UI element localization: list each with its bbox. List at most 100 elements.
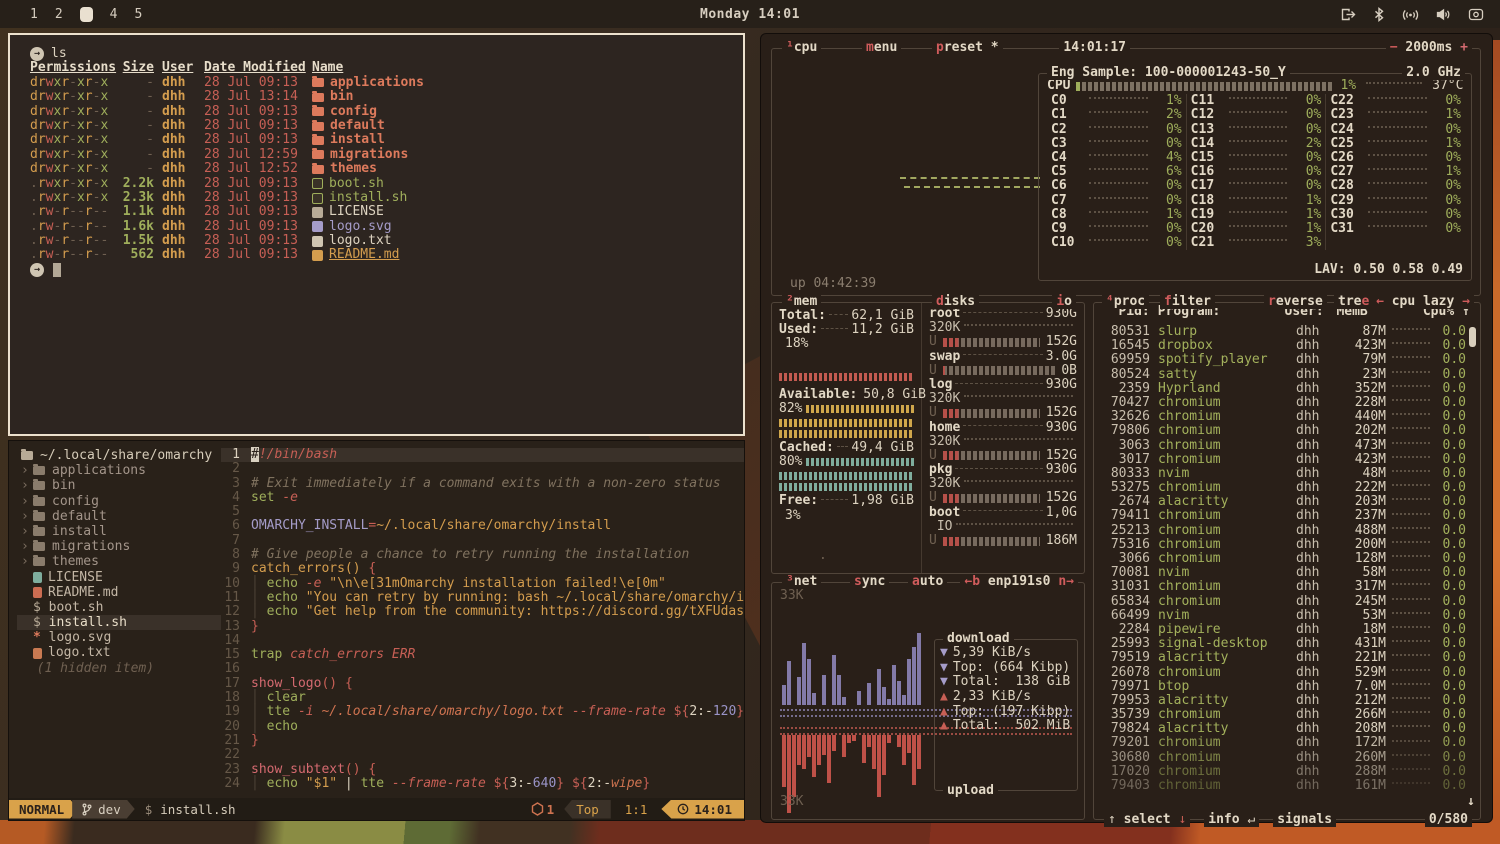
io-toggle[interactable]: io [1052,295,1076,309]
process-row[interactable]: 53275chromiumdhh222M0.0 [1098,481,1466,495]
process-row[interactable]: 25993signal-desktopdhh431M0.0 [1098,637,1466,651]
core-usage: 1% [1431,165,1461,179]
process-row[interactable]: 70081nvimdhh58M0.0 [1098,566,1466,580]
tree-item-default[interactable]: ›default [17,509,221,524]
process-row[interactable]: 2284pipewiredhh18M0.0 [1098,623,1466,637]
proc-footer-signals[interactable]: signals [1273,813,1336,827]
process-row[interactable]: 16545dropboxdhh423M0.0 [1098,339,1466,353]
text: README.md [329,248,399,262]
text: # Give people a chance to retry running … [251,547,689,562]
process-row[interactable]: 2674alacrittydhh203M0.0 [1098,495,1466,509]
core-row-C21: C213% [1191,236,1322,250]
process-row[interactable]: 35739chromiumdhh266M0.0 [1098,708,1466,722]
net-sync-button[interactable]: sync [850,575,889,589]
text: () [321,676,337,691]
proc-filter-button[interactable]: filter [1160,295,1215,309]
process-row[interactable]: 79411chromiumdhh237M0.0 [1098,509,1466,523]
text: - [69,89,77,104]
process-row[interactable]: 79806chromiumdhh202M0.0 [1098,424,1466,438]
tree-item-config[interactable]: ›config [17,494,221,509]
process-cpu-graph [1392,768,1430,770]
tree-item-bin[interactable]: ›bin [17,478,221,493]
process-cpu-graph [1392,328,1430,330]
btop-window[interactable]: ¹cpu menu preset * 14:01:17 − 2000ms + E… [760,33,1493,823]
neovim-window[interactable]: ~/.local/share/omarchy ›applications›bin… [8,440,745,821]
proc-sort-selector[interactable]: ← cpu lazy → [1372,295,1474,309]
process-user: dhh [1296,722,1338,736]
line-number: 11 [221,591,251,605]
process-row[interactable]: 79519alacrittydhh221M0.0 [1098,651,1466,665]
proc-tree-button[interactable]: tree [1334,295,1373,309]
disks-label[interactable]: disks [932,295,979,309]
process-row[interactable]: 79953alacrittydhh212M0.0 [1098,694,1466,708]
ls-row: drwxr-xr-x-dhh28 Jul 09:13default [30,119,743,133]
proc-reverse-button[interactable]: reverse [1264,295,1327,309]
process-row[interactable]: 80333nvimdhh48M0.0 [1098,467,1466,481]
process-scrollbar-thumb[interactable] [1469,327,1476,347]
tab-cpu[interactable]: ¹cpu [782,41,821,55]
tree-item-logo.txt[interactable]: logo.txt [17,645,221,660]
core-meter [1089,97,1148,99]
tree-item-applications[interactable]: ›applications [17,463,221,478]
line-number: 14 [221,634,251,648]
process-row[interactable]: 3017chromiumdhh423M0.0 [1098,453,1466,467]
core-meter [1368,111,1427,113]
text: . [30,233,38,248]
terminal-window-ls[interactable]: → ls Permissions Size User Date Modified… [8,33,745,436]
process-row[interactable]: 26078chromiumdhh529M0.0 [1098,666,1466,680]
code-editor[interactable]: 1#!/bin/bash23# Exit immediately if a co… [221,441,744,798]
process-row[interactable]: 80524sattydhh23M0.0 [1098,368,1466,382]
tree-item-install[interactable]: ›install [17,524,221,539]
disk-size: 930G [1046,421,1077,435]
disk-used: 152G [1046,335,1077,349]
process-row[interactable]: 79201chromiumdhh172M0.0 [1098,736,1466,750]
process-row[interactable]: 65834chromiumdhh245M0.0 [1098,595,1466,609]
net-auto-button[interactable]: auto [908,575,947,589]
core-usage: 0% [1291,151,1321,165]
process-row[interactable]: 3066chromiumdhh128M0.0 [1098,552,1466,566]
tree-item-LICENSE[interactable]: LICENSE [17,570,221,585]
process-name: chromium [1150,595,1296,609]
preset-button[interactable]: preset * [932,41,1003,55]
process-row[interactable]: 2359Hyprlanddhh352M0.0 [1098,382,1466,396]
tree-root[interactable]: ~/.local/share/omarchy [17,448,221,463]
menu-button[interactable]: menu [862,41,901,55]
folder-icon [312,93,324,102]
tree-item-themes[interactable]: ›themes [17,554,221,569]
process-row[interactable]: 79971btopdhh7.0M0.0 [1098,680,1466,694]
process-row[interactable]: 69959spotify_playerdhh79M0.0 [1098,353,1466,367]
tree-item-install.sh[interactable]: $ install.sh [17,615,221,630]
core-usage: 0% [1152,222,1182,236]
process-row[interactable]: 79824alacrittydhh208M0.0 [1098,722,1466,736]
process-row[interactable]: 32626chromiumdhh440M0.0 [1098,410,1466,424]
code-line-23: 23show_subtext() { [221,763,744,777]
process-row[interactable]: 3063chromiumdhh473M0.0 [1098,439,1466,453]
tree-item-migrations[interactable]: ›migrations [17,539,221,554]
process-name: alacritty [1150,694,1296,708]
tree-item-logo.svg[interactable]: * logo.svg [17,630,221,645]
process-row[interactable]: 17020chromiumdhh288M0.0 [1098,765,1466,779]
tab-mem[interactable]: ²mem [782,295,821,309]
process-row[interactable]: 25213chromiumdhh488M0.0 [1098,524,1466,538]
scroll-down-arrow[interactable]: ↓ [1467,795,1475,809]
process-row[interactable]: 30680chromiumdhh260M0.0 [1098,751,1466,765]
text: README.md [48,585,118,600]
refresh-interval[interactable]: − 2000ms + [1386,41,1472,55]
col-permissions: Permissions [30,61,114,75]
tree-item-boot.sh[interactable]: $ boot.sh [17,600,221,615]
ls-row: drwxr-xr-x-dhh28 Jul 09:13config [30,105,743,119]
tree-item--1-hidden-item-[interactable]: (1 hidden item) [17,661,221,676]
process-row[interactable]: 80531slurpdhh87M0.0 [1098,325,1466,339]
process-row[interactable]: 79403chromiumdhh161M0.0 [1098,779,1466,793]
net-interface[interactable]: ←b enp191s0 n→ [960,575,1078,589]
proc-footer-info[interactable]: info ↵ [1204,813,1259,827]
process-row[interactable]: 70427chromiumdhh228M0.0 [1098,396,1466,410]
process-row[interactable]: 66499nvimdhh53M0.0 [1098,609,1466,623]
process-cpu-graph [1392,697,1430,699]
process-row[interactable]: 31031chromiumdhh317M0.0 [1098,580,1466,594]
tab-proc[interactable]: ⁴proc [1102,295,1149,309]
filename-segment: $ install.sh [145,802,236,817]
tree-item-README.md[interactable]: README.md [17,585,221,600]
proc-footer-select[interactable]: ↑ select ↓ [1104,813,1190,827]
process-row[interactable]: 75316chromiumdhh200M0.0 [1098,538,1466,552]
